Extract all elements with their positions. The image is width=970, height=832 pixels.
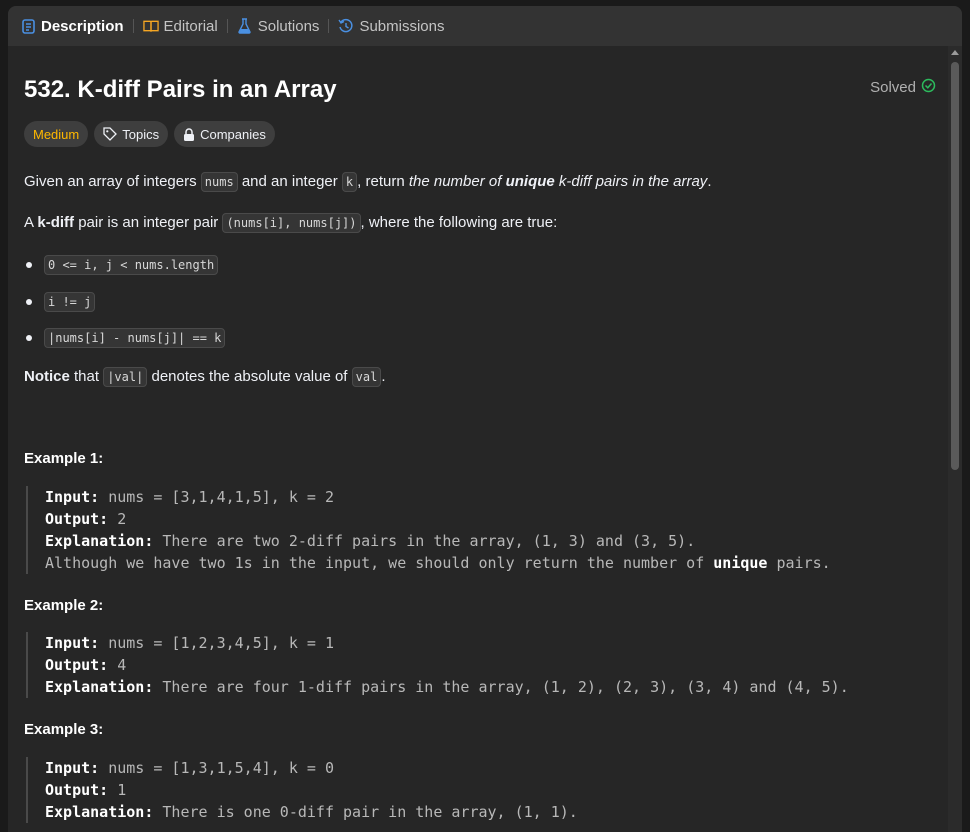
text: , return (357, 173, 409, 190)
problem-panel: Description Editorial Solutions Submissi… (8, 6, 962, 832)
tab-bar: Description Editorial Solutions Submissi… (8, 6, 962, 46)
list-item: i != j (24, 292, 96, 312)
example-heading: Example 3: (24, 721, 104, 738)
text: Given an array of integers (24, 173, 201, 190)
page-title: 532. K-diff Pairs in an Array (24, 76, 337, 103)
scrollbar-thumb[interactable] (951, 62, 959, 470)
output-value: 1 (108, 781, 127, 799)
bold-text: unique (713, 554, 768, 572)
bold-text: k-diff (37, 214, 75, 231)
tab-label: Solutions (257, 17, 320, 35)
flask-icon (237, 18, 253, 34)
input-value: nums = [1,3,1,5,4], k = 0 (99, 759, 334, 777)
inline-code: (nums[i], nums[j]) (222, 213, 361, 233)
definition-paragraph: A k-diff pair is an integer pair (nums[i… (24, 213, 558, 233)
output-value: 4 (108, 656, 127, 674)
example-block: Input: nums = [3,1,4,1,5], k = 2 Output:… (26, 486, 831, 574)
explanation-text: There are two 2-diff pairs in the array,… (153, 532, 696, 550)
input-value: nums = [1,2,3,4,5], k = 1 (99, 634, 334, 652)
bold-italic-text: unique (505, 173, 555, 190)
tab-divider (132, 19, 134, 33)
tab-label: Description (41, 17, 124, 35)
text: and an integer (237, 173, 342, 190)
explanation-text: Although we have two 1s in the input, we… (45, 554, 714, 572)
tab-description[interactable]: Description (20, 6, 124, 46)
explanation-text: There is one 0-diff pair in the array, (… (153, 803, 578, 821)
italic-text: the number of (408, 173, 506, 190)
tab-editorial[interactable]: Editorial (142, 6, 218, 46)
inline-code: val (351, 367, 382, 387)
topics-button[interactable]: Topics (94, 121, 169, 147)
text: , where the following are true: (360, 214, 558, 231)
text: A (24, 214, 38, 231)
text: . (707, 173, 712, 190)
output-label: Output: (45, 781, 109, 799)
check-circle-icon (921, 78, 936, 97)
bullet-dot (26, 262, 32, 268)
text: pair is an integer pair (74, 214, 223, 231)
tab-label: Editorial (163, 17, 218, 35)
tab-submissions[interactable]: Submissions (338, 6, 444, 46)
inline-code: i != j (44, 292, 96, 312)
history-icon (338, 18, 354, 34)
solved-label: Solved (870, 79, 916, 96)
text: denotes the absolute value of (147, 368, 352, 385)
inline-code: nums (200, 172, 238, 192)
explanation-label: Explanation: (45, 803, 154, 821)
companies-button[interactable]: Companies (174, 121, 275, 147)
explanation-label: Explanation: (45, 678, 154, 696)
companies-label: Companies (200, 126, 266, 142)
bullet-dot (26, 299, 32, 305)
input-value: nums = [3,1,4,1,5], k = 2 (99, 488, 334, 506)
text: . (381, 368, 386, 385)
description-icon (20, 18, 36, 34)
tag-row: Medium Topics Companies (24, 121, 281, 147)
input-label: Input: (45, 759, 100, 777)
input-label: Input: (45, 488, 100, 506)
example-heading: Example 1: (24, 450, 104, 467)
difficulty-badge[interactable]: Medium (24, 121, 89, 147)
inline-code: 0 <= i, j < nums.length (44, 255, 219, 275)
tag-icon (103, 127, 118, 141)
text: that (69, 368, 104, 385)
book-icon (142, 18, 159, 34)
tab-solutions[interactable]: Solutions (237, 6, 320, 46)
tab-divider (226, 19, 228, 33)
inline-code: |nums[i] - nums[j]| == k (44, 328, 226, 348)
explanation-text: pairs. (767, 554, 831, 572)
solved-status: Solved (870, 78, 936, 97)
scroll-up-arrow-icon[interactable] (951, 50, 959, 55)
list-item: |nums[i] - nums[j]| == k (24, 328, 226, 348)
explanation-text: There are four 1-diff pairs in the array… (153, 678, 849, 696)
example-heading: Example 2: (24, 597, 104, 614)
description-paragraph: Given an array of integers nums and an i… (24, 172, 712, 192)
lock-icon (183, 127, 195, 141)
inline-code: k (341, 172, 358, 192)
notice-paragraph: Notice that |val| denotes the absolute v… (24, 367, 386, 387)
output-label: Output: (45, 510, 109, 528)
tab-divider (328, 19, 330, 33)
bullet-dot (26, 335, 32, 341)
list-item: 0 <= i, j < nums.length (24, 255, 219, 275)
topics-label: Topics (122, 126, 160, 142)
bold-text: Notice (24, 368, 70, 385)
italic-text: k-diff pairs in the array (554, 173, 708, 190)
tab-label: Submissions (359, 17, 445, 35)
output-value: 2 (108, 510, 127, 528)
explanation-label: Explanation: (45, 532, 154, 550)
input-label: Input: (45, 634, 100, 652)
example-block: Input: nums = [1,2,3,4,5], k = 1 Output:… (26, 632, 849, 698)
output-label: Output: (45, 656, 109, 674)
example-block: Input: nums = [1,3,1,5,4], k = 0 Output:… (26, 757, 578, 823)
inline-code: |val| (103, 367, 148, 387)
